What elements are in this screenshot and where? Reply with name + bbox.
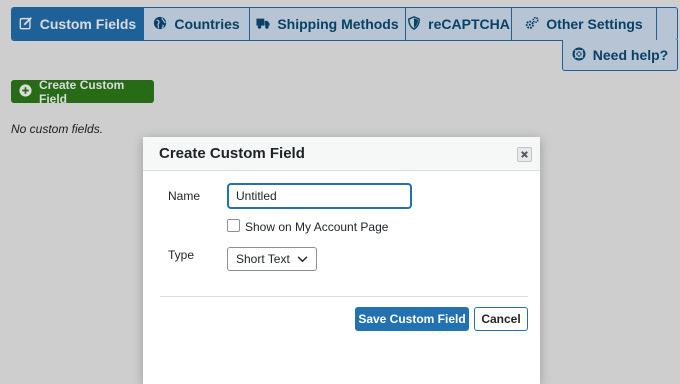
name-input[interactable] bbox=[227, 183, 412, 209]
name-label: Name bbox=[168, 189, 201, 203]
save-custom-field-button[interactable]: Save Custom Field bbox=[355, 307, 469, 331]
type-label: Type bbox=[168, 248, 195, 262]
cancel-button[interactable]: Cancel bbox=[474, 307, 528, 331]
page-background: Custom Fields Countries Shipping Methods… bbox=[0, 0, 680, 384]
chevron-down-icon bbox=[297, 252, 308, 266]
close-icon bbox=[520, 147, 529, 162]
create-custom-field-dialog: Create Custom Field Name Show on My Acco… bbox=[143, 137, 540, 384]
show-on-account-checkbox[interactable] bbox=[227, 219, 240, 232]
type-select-value: Short Text bbox=[236, 252, 290, 266]
type-select[interactable]: Short Text bbox=[227, 247, 317, 271]
dialog-title: Create Custom Field bbox=[159, 145, 305, 162]
close-button[interactable] bbox=[517, 147, 532, 162]
dialog-divider bbox=[160, 296, 528, 297]
show-on-account-label: Show on My Account Page bbox=[245, 220, 389, 234]
dialog-header: Create Custom Field bbox=[143, 137, 540, 171]
